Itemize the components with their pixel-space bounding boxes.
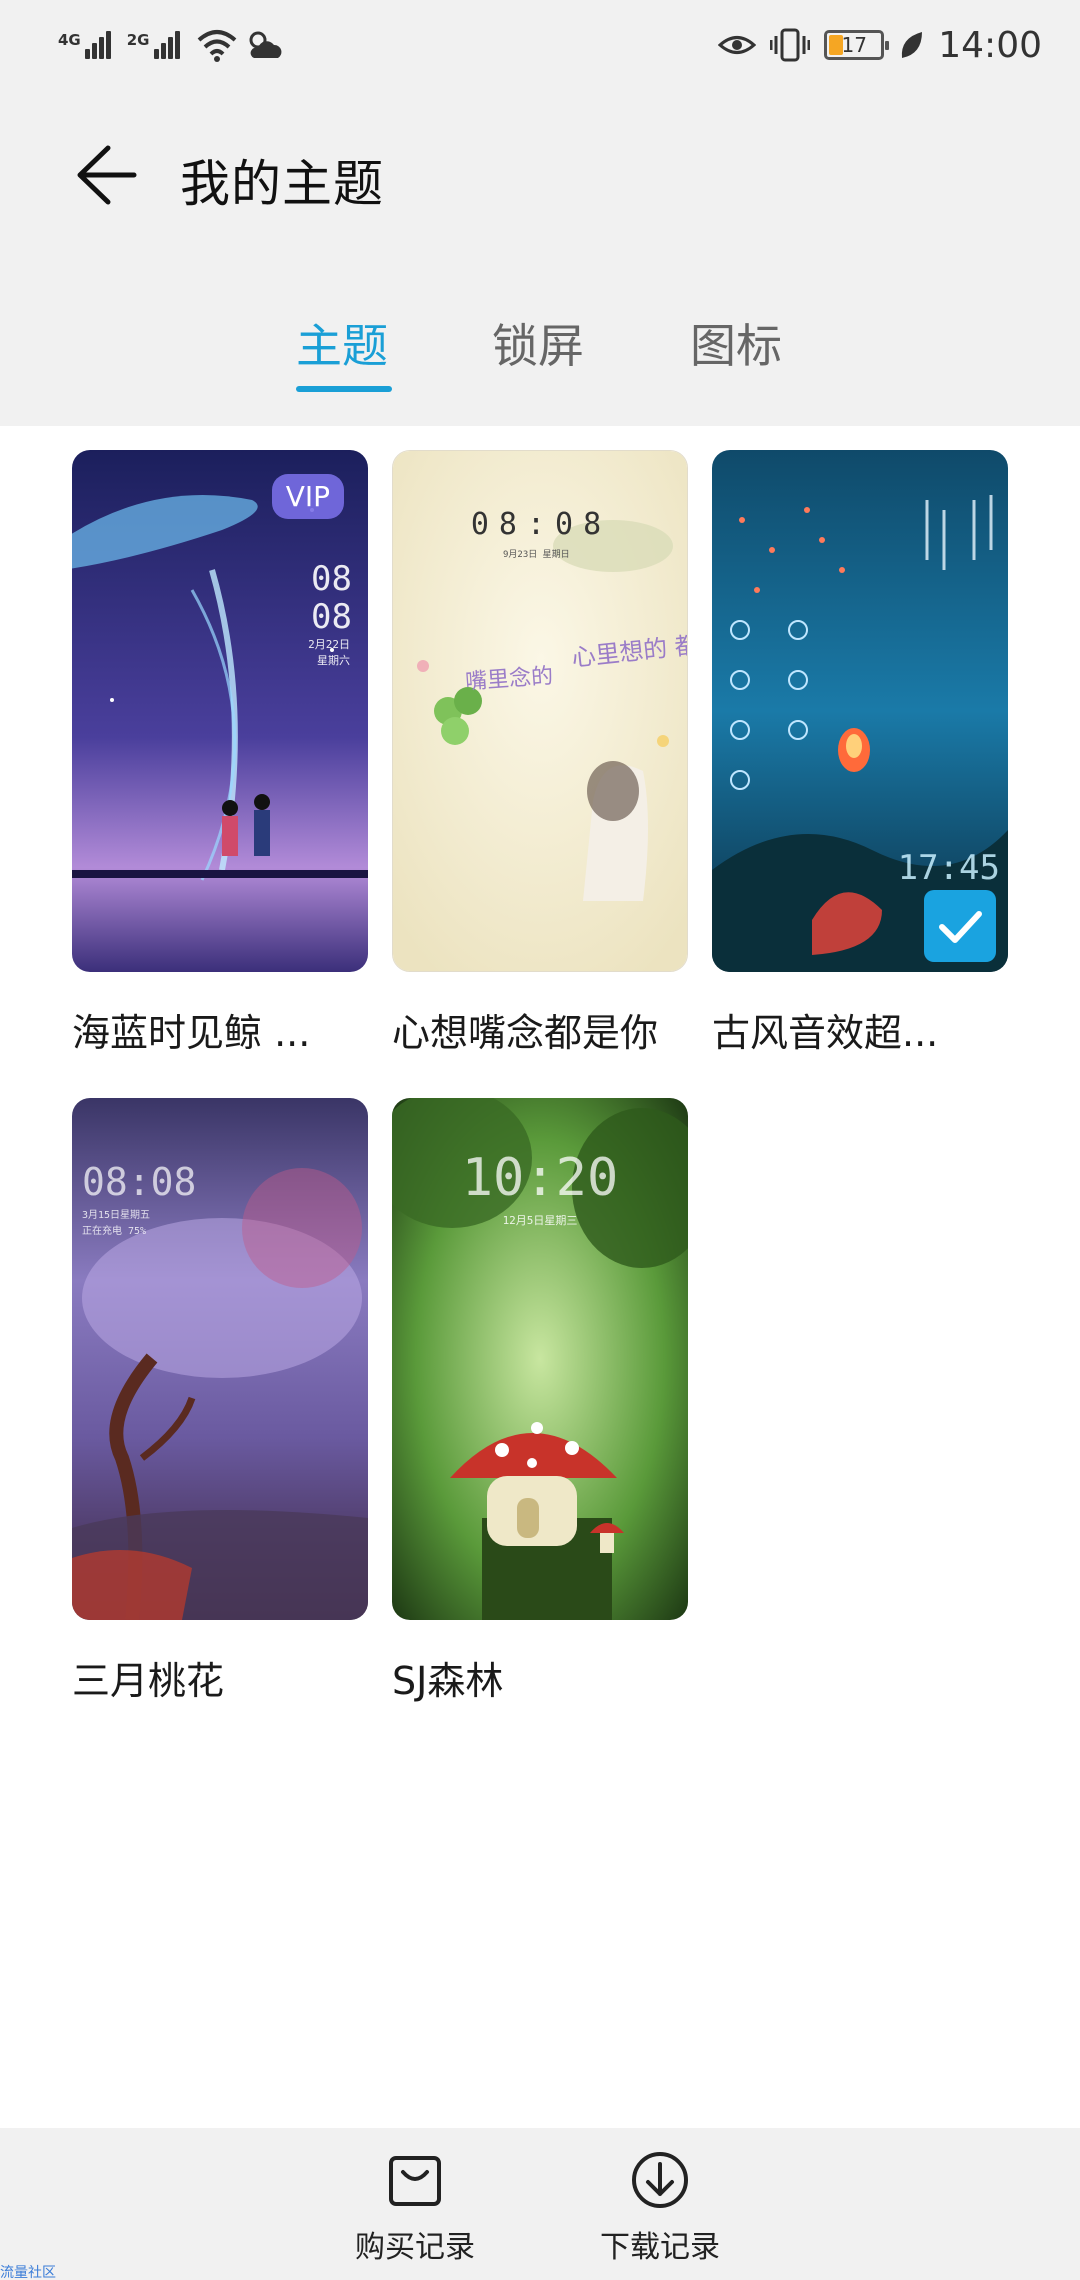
signal-4g-icon: 4G: [58, 31, 111, 59]
active-tab-indicator: [296, 386, 392, 392]
tab-icons[interactable]: 图标: [690, 310, 782, 376]
tab-lockscreen[interactable]: 锁屏: [492, 310, 584, 376]
purchase-history-label: 购买记录: [355, 2230, 475, 2265]
theme-name: 心想嘴念都是你: [392, 1011, 659, 1055]
power-saving-leaf-icon: [902, 32, 923, 58]
status-right: 17 14:00: [718, 22, 1042, 68]
signal-2g-icon: 2G: [127, 31, 180, 59]
theme-name: 海蓝时见鲸 ...: [72, 1011, 311, 1055]
tab-themes[interactable]: 主题: [296, 310, 388, 376]
lockscreen-date: 2月22日 星期六: [308, 638, 350, 667]
theme-thumbnail[interactable]: 17:45: [712, 450, 1008, 972]
network-type-label: 2G: [126, 31, 150, 49]
status-time: 14:00: [938, 24, 1042, 66]
watermark-text: 流量社区: [0, 2265, 56, 2280]
theme-thumbnail[interactable]: 08:08 9月23日 星期日 心里想的 都是你 嘴里念的: [392, 450, 688, 972]
vibrate-icon: [770, 28, 811, 62]
theme-name: 三月桃花: [72, 1659, 225, 1703]
eye-comfort-icon: [718, 36, 757, 54]
title-bar: 我的主题: [0, 120, 1080, 230]
status-bar: 4G 2G 17 14:00: [0, 0, 1080, 92]
page-title: 我的主题: [180, 155, 384, 213]
lockscreen-clock: 08:08: [82, 1160, 197, 1204]
tab-bar: 主题 锁屏 图标: [0, 300, 1080, 400]
poem-line-2: 嘴里念的: [464, 663, 554, 696]
lockscreen-clock: 17:45: [897, 848, 1000, 888]
theme-name: 古风音效超...: [712, 1011, 939, 1055]
download-history-button[interactable]: 下载记录: [570, 2150, 750, 2266]
theme-thumbnail[interactable]: 10:20 12月5日星期三: [392, 1098, 688, 1620]
battery-icon: 17: [824, 30, 890, 60]
back-arrow-icon[interactable]: [70, 142, 140, 208]
lockscreen-date: 9月23日 星期日: [503, 550, 570, 560]
battery-level: 17: [841, 33, 867, 57]
lockscreen-clock: 10:20: [461, 1148, 619, 1208]
lockscreen-clock: 08:08: [470, 507, 612, 542]
status-left: 4G 2G: [58, 22, 284, 68]
lockscreen-clock: 08 08: [311, 559, 352, 637]
purchase-history-button[interactable]: 购买记录: [325, 2150, 505, 2266]
theme-thumbnail[interactable]: VIP 08 08 2月22日 星期六: [72, 450, 368, 972]
download-icon: [632, 2152, 688, 2208]
bottom-bar: 购买记录 下载记录: [0, 2128, 1080, 2280]
theme-name: SJ森林: [392, 1659, 504, 1703]
whale-night-sky-image: [72, 450, 368, 972]
shopping-bag-icon: [389, 2156, 441, 2206]
network-type-label: 4G: [58, 31, 81, 49]
selected-check-badge: [924, 890, 996, 962]
lockscreen-date: 12月5日星期三: [502, 1214, 578, 1227]
lockscreen-charging: 正在充电 75%: [82, 1226, 147, 1237]
wifi-icon: [197, 30, 236, 62]
vip-badge: VIP: [271, 474, 344, 519]
checkmark-icon: [939, 911, 982, 943]
header-area: 4G 2G 17 14:00 我的主题 主题 锁屏 图标: [0, 0, 1080, 426]
weather-cloudy-icon: [249, 31, 281, 58]
lockscreen-date: 3月15日星期五: [82, 1210, 151, 1221]
download-history-label: 下载记录: [600, 2230, 720, 2265]
theme-thumbnail[interactable]: 08:08 3月15日星期五 正在充电 75%: [72, 1098, 368, 1620]
